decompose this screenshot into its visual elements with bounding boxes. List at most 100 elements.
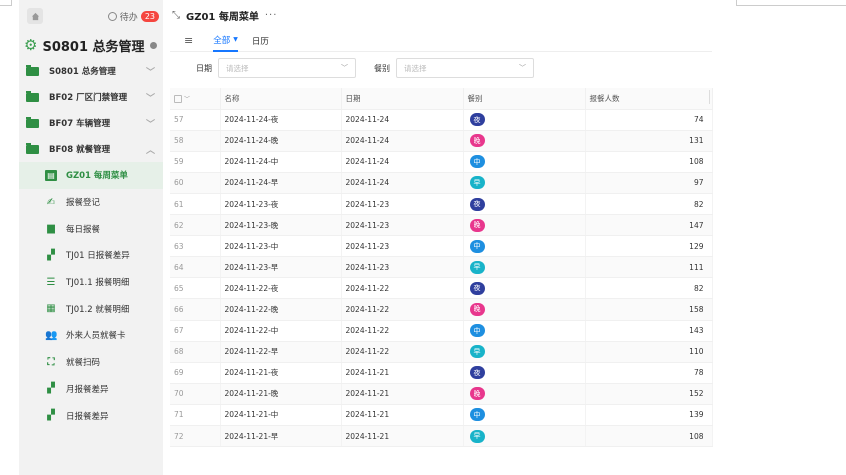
table-row[interactable]: 66 2024-11-22-晚 2024-11-22 晚 158 — [170, 298, 713, 321]
cell-name[interactable]: 2024-11-24-早 — [220, 172, 342, 194]
page-corner-left — [0, 0, 12, 6]
sidebar-item-9[interactable]: ▞ 日报餐差异 — [19, 402, 163, 429]
cell-name[interactable]: 2024-11-22-晚 — [220, 298, 342, 321]
table-row[interactable]: 58 2024-11-24-晚 2024-11-24 晚 131 — [170, 130, 713, 152]
day-compare-icon: ▞ — [47, 410, 55, 422]
folder-icon — [26, 90, 39, 102]
column-header-name[interactable]: 名称 — [220, 88, 342, 110]
cell-name[interactable]: 2024-11-24-中 — [220, 151, 342, 173]
hamburger-menu-icon[interactable]: ≡ — [184, 34, 193, 47]
column-header-date[interactable]: 日期 — [341, 88, 464, 110]
table-header-row: ﹀ 名称 日期 餐别 报餐人数 — [170, 88, 713, 110]
main-content: ⤡ GZ01 每周菜单 ··· ≡ 全部 ▼ 日历 日期 请选择 ﹀ 餐别 请选… — [170, 0, 713, 475]
home-icon[interactable] — [27, 8, 43, 24]
table-row[interactable]: 68 2024-11-22-早 2024-11-22 早 110 — [170, 341, 713, 363]
sidebar-item-label: 就餐扫码 — [66, 358, 101, 369]
sidebar-item-7[interactable]: ⛶ 就餐扫码 — [19, 349, 163, 376]
cell-date: 2024-11-21 — [341, 404, 464, 427]
todo-indicator[interactable]: 待办 23 — [107, 10, 159, 23]
meal-tag: 夜 — [469, 197, 485, 211]
tab-all[interactable]: 全部 ▼ — [213, 30, 238, 52]
cell-count: 129 — [585, 235, 713, 258]
cell-name[interactable]: 2024-11-22-早 — [220, 341, 342, 363]
sidebar-top-bar: 待办 23 — [19, 0, 163, 32]
row-number: 70 — [170, 383, 221, 405]
table-row[interactable]: 65 2024-11-22-夜 2024-11-22 夜 82 — [170, 277, 713, 300]
calendar-box-icon: ▆ — [47, 223, 55, 235]
cell-name[interactable]: 2024-11-21-中 — [220, 404, 342, 427]
table-row[interactable]: 61 2024-11-23-夜 2024-11-23 夜 82 — [170, 193, 713, 216]
sidebar-item-8[interactable]: ▞ 月报餐差异 — [19, 376, 163, 403]
cell-meal: 中 — [463, 235, 586, 258]
sidebar-item-6[interactable]: 👥 外来人员就餐卡 — [19, 322, 163, 349]
collapse-arrows-icon[interactable]: ⤡ — [172, 10, 180, 21]
sidebar-group-3[interactable]: BF08 就餐管理 ︿ — [19, 136, 163, 162]
table-row[interactable]: 60 2024-11-24-早 2024-11-24 早 97 — [170, 172, 713, 194]
sidebar-item-2[interactable]: ▆ 每日报餐 — [19, 215, 163, 242]
tab-calendar[interactable]: 日历 — [252, 30, 269, 52]
table-row[interactable]: 70 2024-11-21-晚 2024-11-21 晚 152 — [170, 383, 713, 405]
sidebar-group-2[interactable]: BF07 车辆管理 ﹀ — [19, 110, 163, 136]
date-filter-select[interactable]: 请选择 ﹀ — [218, 58, 356, 78]
cell-count: 97 — [585, 172, 713, 194]
table-row[interactable]: 59 2024-11-24-中 2024-11-24 中 108 — [170, 151, 713, 173]
cell-name[interactable]: 2024-11-21-晚 — [220, 383, 342, 405]
row-number: 61 — [170, 193, 221, 216]
sidebar-item-4[interactable]: ☰ TJ01.1 报餐明细 — [19, 269, 163, 296]
cell-date: 2024-11-23 — [341, 214, 464, 237]
cell-name[interactable]: 2024-11-24-夜 — [220, 109, 342, 131]
sidebar-item-label: 日报餐差异 — [66, 411, 109, 422]
cell-name[interactable]: 2024-11-23-中 — [220, 235, 342, 258]
cell-name[interactable]: 2024-11-22-中 — [220, 320, 342, 342]
select-all-header[interactable]: ﹀ — [170, 88, 221, 110]
table-row[interactable]: 72 2024-11-21-早 2024-11-21 早 108 — [170, 425, 713, 448]
cell-date: 2024-11-23 — [341, 235, 464, 258]
meal-tag: 晚 — [469, 302, 485, 316]
table-row[interactable]: 63 2024-11-23-中 2024-11-23 中 129 — [170, 235, 713, 258]
cell-name[interactable]: 2024-11-21-夜 — [220, 362, 342, 384]
sidebar-group-1[interactable]: BF02 厂区门禁管理 ﹀ — [19, 84, 163, 110]
cell-count: 139 — [585, 404, 713, 427]
sidebar-item-label: 外来人员就餐卡 — [66, 331, 126, 342]
cell-meal: 中 — [463, 151, 586, 173]
cell-count: 108 — [585, 425, 713, 448]
cell-name[interactable]: 2024-11-23-晚 — [220, 214, 342, 237]
more-options-icon[interactable]: ··· — [265, 10, 278, 21]
sidebar-item-5[interactable]: ▦ TJ01.2 就餐明细 — [19, 295, 163, 322]
column-header-count[interactable]: 报餐人数 — [585, 88, 713, 110]
cell-name[interactable]: 2024-11-24-晚 — [220, 130, 342, 152]
cell-name[interactable]: 2024-11-21-早 — [220, 425, 342, 448]
table-row[interactable]: 57 2024-11-24-夜 2024-11-24 夜 74 — [170, 109, 713, 131]
view-tabs: ≡ 全部 ▼ 日历 — [170, 30, 712, 52]
table-row[interactable]: 64 2024-11-23-早 2024-11-23 早 111 — [170, 256, 713, 279]
table-row[interactable]: 62 2024-11-23-晚 2024-11-23 晚 147 — [170, 214, 713, 237]
meal-tag: 晚 — [469, 134, 485, 148]
cell-count: 110 — [585, 341, 713, 363]
sidebar-item-0[interactable]: ▤ GZ01 每周菜单 — [19, 162, 163, 189]
app-title-text: S0801 总务管理 — [42, 39, 145, 55]
meal-filter-select[interactable]: 请选择 ﹀ — [396, 58, 534, 78]
column-resize-handle[interactable] — [709, 90, 710, 104]
column-header-meal[interactable]: 餐别 — [463, 88, 586, 110]
cell-date: 2024-11-24 — [341, 130, 464, 152]
chevron-down-icon: ﹀ — [341, 64, 348, 72]
tab-calendar-label: 日历 — [251, 36, 269, 47]
cell-name[interactable]: 2024-11-23-早 — [220, 256, 342, 279]
info-icon[interactable] — [149, 41, 157, 49]
table-row[interactable]: 67 2024-11-22-中 2024-11-22 中 143 — [170, 320, 713, 342]
table-row[interactable]: 69 2024-11-21-夜 2024-11-21 夜 78 — [170, 362, 713, 384]
sidebar-group-label: S0801 总务管理 — [49, 67, 116, 77]
row-number: 57 — [170, 109, 221, 131]
cell-meal: 晚 — [463, 130, 586, 152]
cell-date: 2024-11-24 — [341, 109, 464, 131]
chevron-icon: ︿ — [145, 145, 155, 156]
cell-name[interactable]: 2024-11-22-夜 — [220, 277, 342, 300]
select-all-checkbox[interactable] — [174, 94, 182, 103]
sidebar-group-0[interactable]: S0801 总务管理 ﹀ — [19, 58, 163, 84]
sidebar-item-1[interactable]: ✍ 报餐登记 — [19, 189, 163, 216]
chevron-down-icon[interactable]: ﹀ — [184, 96, 190, 103]
table-row[interactable]: 71 2024-11-21-中 2024-11-21 中 139 — [170, 404, 713, 427]
cell-count: 158 — [585, 298, 713, 321]
cell-name[interactable]: 2024-11-23-夜 — [220, 193, 342, 216]
sidebar-item-3[interactable]: ▞ TJ01 日报餐差异 — [19, 242, 163, 269]
